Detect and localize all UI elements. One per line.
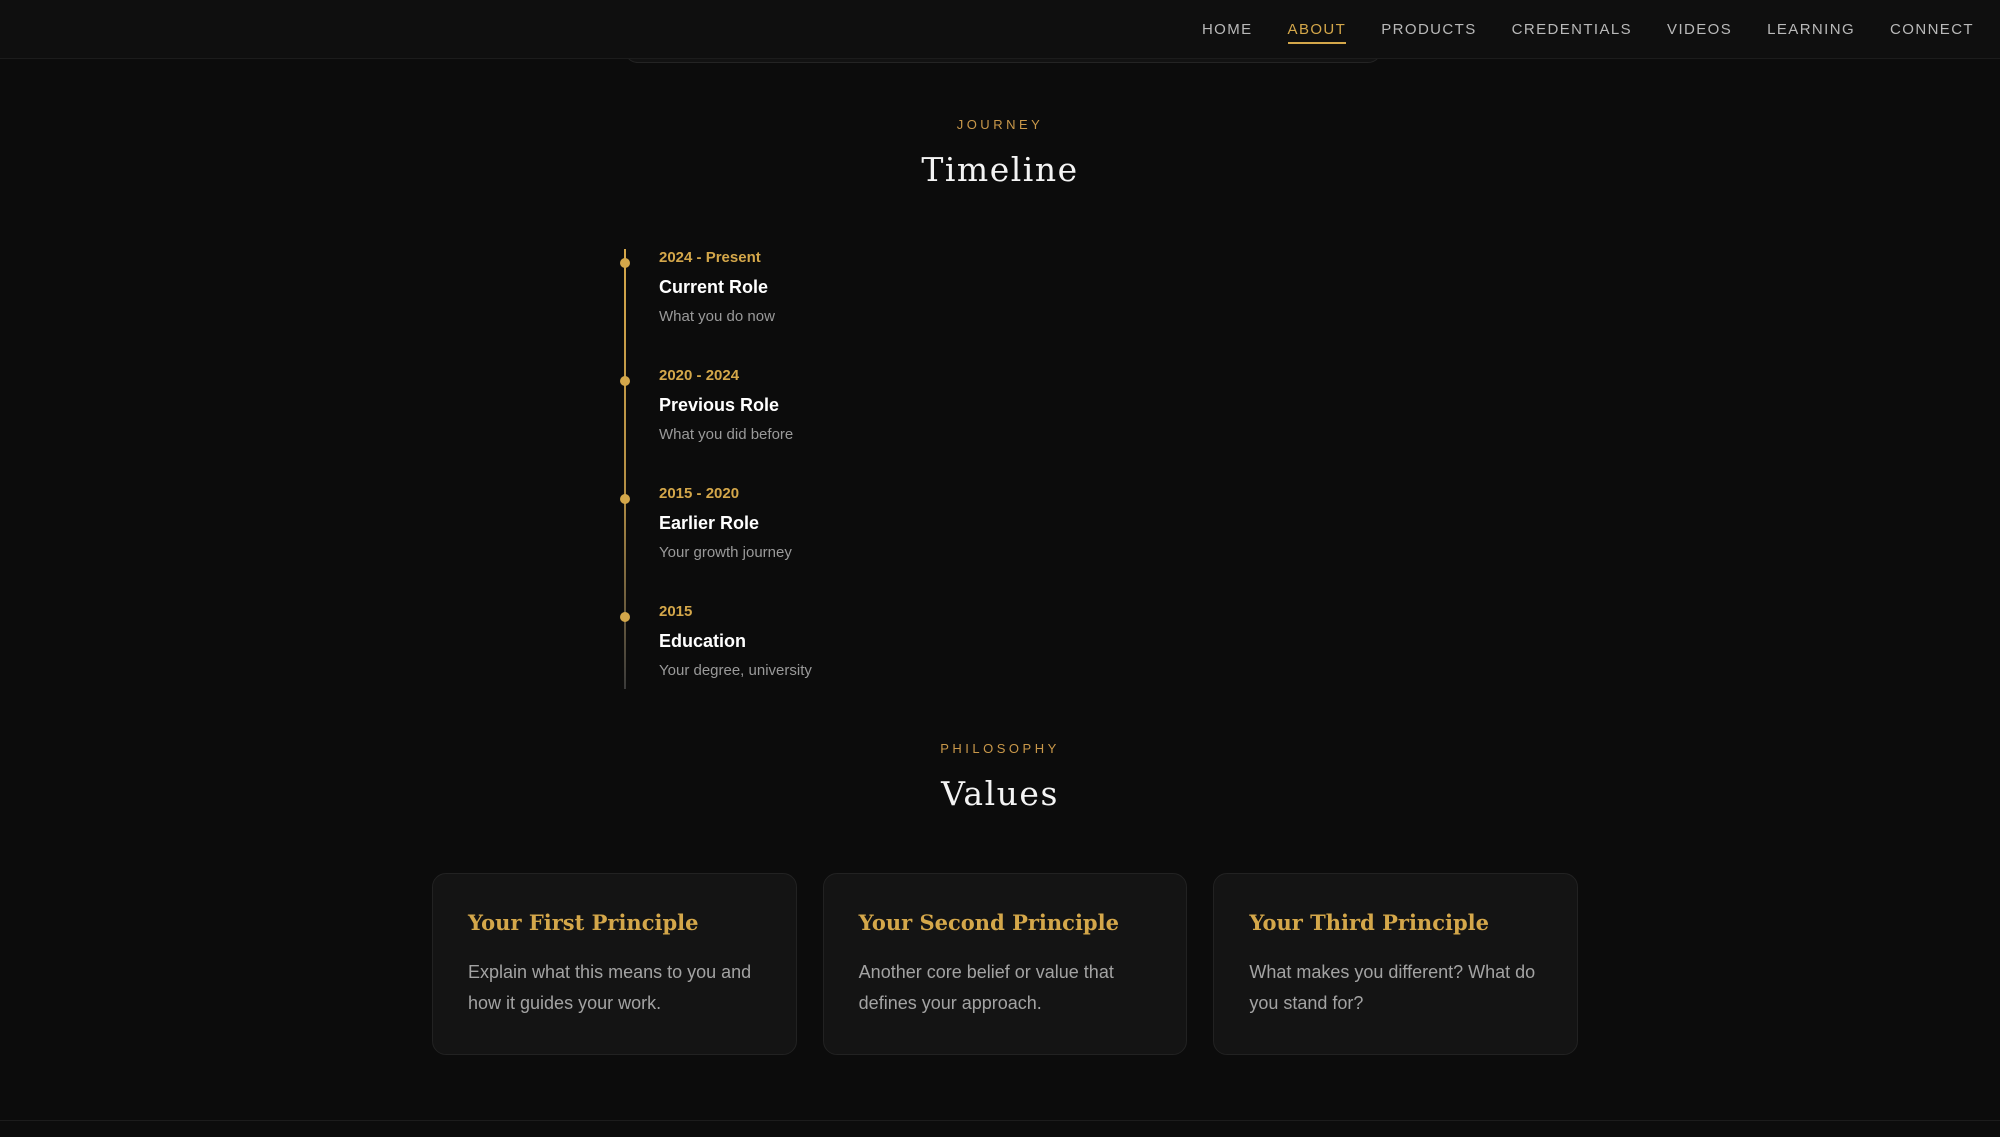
- timeline-description: Your growth journey: [659, 544, 792, 561]
- timeline-role: Previous Role: [659, 395, 780, 415]
- timeline-title: Timeline: [921, 150, 1079, 189]
- values-cards: Your First Principle Explain what this m…: [432, 873, 1579, 1055]
- value-card-text: Explain what this means to you and how i…: [468, 962, 752, 1013]
- nav-item-connect: CONNECT: [1890, 21, 1974, 39]
- nav-link-home[interactable]: HOME: [1202, 21, 1253, 44]
- nav-link-credentials[interactable]: CREDENTIALS: [1512, 21, 1632, 44]
- timeline-date: 2024 - Present: [659, 249, 761, 266]
- timeline-dot: [620, 376, 630, 386]
- value-card: Your Second Principle Another core belie…: [822, 873, 1188, 1055]
- timeline: 2024 - Present Current Role What you do …: [620, 249, 1224, 689]
- nav-link-about[interactable]: ABOUT: [1287, 20, 1347, 44]
- timeline-role: Education: [659, 631, 747, 651]
- value-card: Your First Principle Explain what this m…: [432, 873, 797, 1055]
- timeline-dot: [620, 258, 630, 268]
- timeline-date: 2015: [659, 603, 693, 620]
- nav-item-videos: VIDEOS: [1667, 21, 1732, 39]
- timeline-line: [624, 249, 626, 689]
- timeline-role: Earlier Role: [659, 513, 760, 533]
- value-card-text: What makes you different? What do you st…: [1249, 962, 1536, 1013]
- timeline-eyebrow: JOURNEY: [956, 117, 1044, 132]
- nav-item-learning: LEARNING: [1767, 21, 1855, 39]
- nav-link-products[interactable]: PRODUCTS: [1381, 21, 1476, 44]
- nav-item-credentials: CREDENTIALS: [1512, 21, 1632, 39]
- timeline-dot: [620, 494, 630, 504]
- timeline-description: What you did before: [659, 426, 794, 443]
- value-card-title: Your Second Principle: [858, 910, 1119, 935]
- values-eyebrow: PHILOSOPHY: [940, 741, 1060, 756]
- nav-item-home: HOME: [1202, 21, 1253, 39]
- nav-link-learning[interactable]: LEARNING: [1767, 21, 1855, 44]
- timeline-date: 2020 - 2024: [659, 367, 740, 384]
- timeline-dot: [620, 612, 630, 622]
- value-card-title: Your Third Principle: [1249, 910, 1489, 935]
- value-card: Your Third Principle What makes you diff…: [1213, 873, 1579, 1055]
- nav-link-connect[interactable]: CONNECT: [1890, 21, 1974, 44]
- nav-link-videos[interactable]: VIDEOS: [1667, 21, 1732, 44]
- timeline-description: What you do now: [659, 308, 775, 325]
- nav-item-about: ABOUT: [1287, 20, 1347, 44]
- nav-links: HOME ABOUT PRODUCTS CREDENTIALS VIDEOS L…: [1202, 0, 1974, 59]
- top-navbar: HOME ABOUT PRODUCTS CREDENTIALS VIDEOS L…: [0, 0, 2000, 59]
- timeline-date: 2015 - 2020: [659, 485, 740, 502]
- value-card-text: Another core belief or value that define…: [858, 962, 1114, 1013]
- footer-divider: [0, 1120, 2000, 1121]
- timeline-role: Current Role: [659, 277, 769, 297]
- timeline-description: Your degree, university: [659, 662, 812, 679]
- values-title: Values: [941, 774, 1059, 813]
- value-card-title: Your First Principle: [468, 910, 699, 935]
- nav-item-products: PRODUCTS: [1381, 21, 1476, 39]
